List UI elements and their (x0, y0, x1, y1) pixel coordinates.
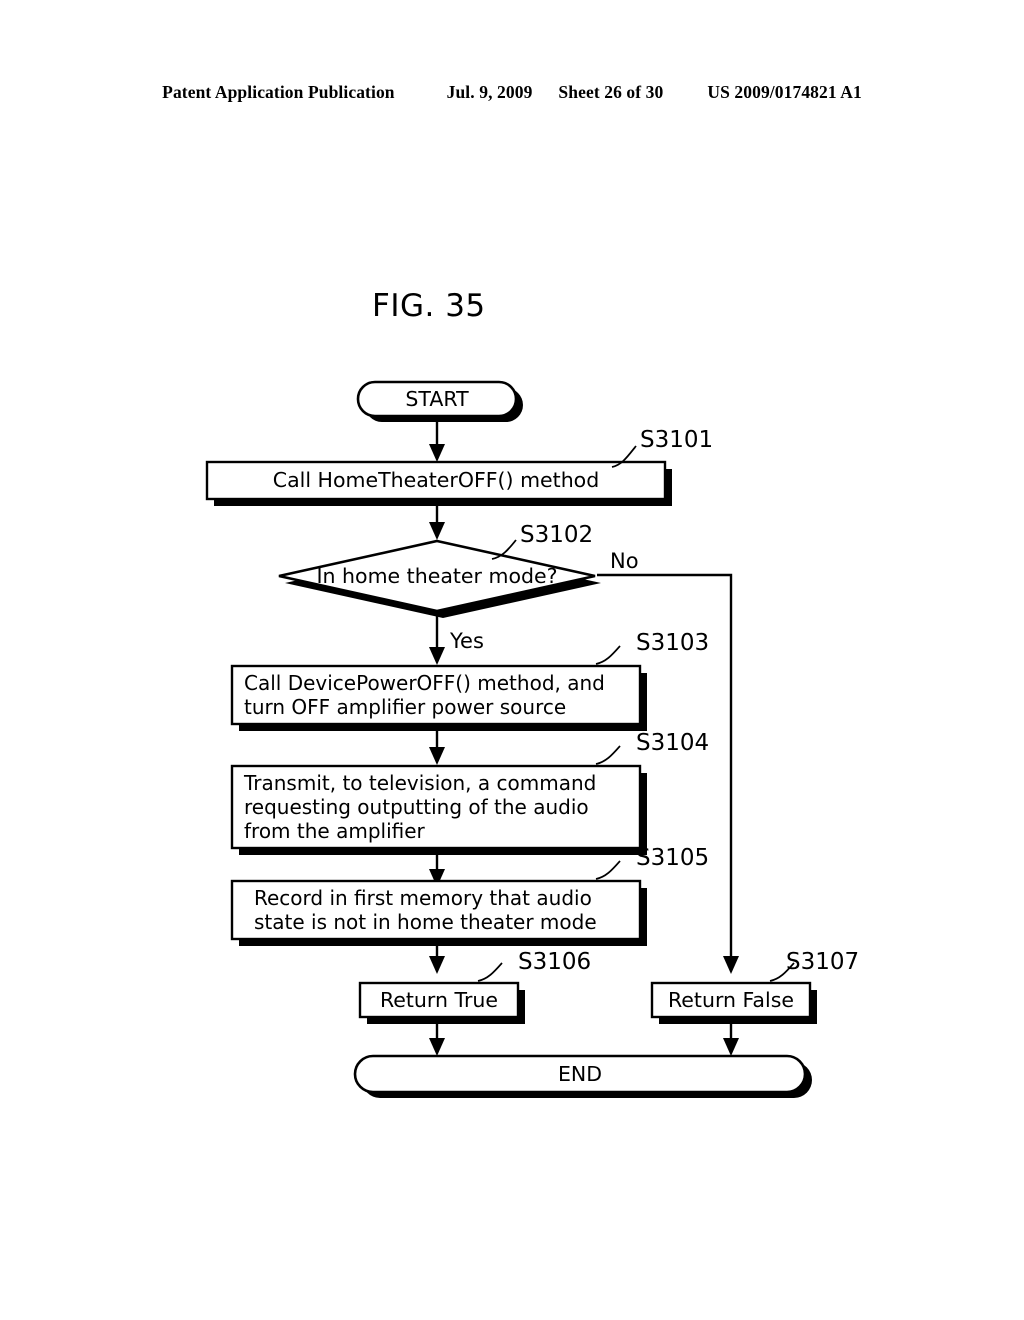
s3105-step-tag: S3105 (636, 845, 709, 871)
s3101-step-tag: S3101 (640, 427, 713, 453)
arrowhead (429, 1038, 445, 1056)
s3105-line-2: state is not in home theater mode (254, 910, 597, 934)
s3103-line-2: turn OFF amplifier power source (244, 695, 566, 719)
branch-label-yes: Yes (449, 629, 484, 653)
s3106-step-tag: S3106 (518, 949, 591, 975)
leader-s3107: S3107 (769, 949, 859, 982)
flowchart-node-s3103: Call DevicePowerOFF() method, and turn O… (230, 664, 647, 731)
arrowhead (723, 956, 739, 974)
flowchart-node-end: END (353, 1054, 812, 1098)
s3104-step-tag: S3104 (636, 730, 709, 756)
start-label: START (405, 387, 469, 411)
flowchart-node-s3101: Call HomeTheaterOFF() method (205, 460, 672, 506)
flowchart-node-s3107: Return False (650, 981, 817, 1024)
arrowhead (429, 647, 445, 665)
s3107-step-tag: S3107 (786, 949, 859, 975)
s3101-line-1: Call HomeTheaterOFF() method (273, 468, 600, 492)
flowchart-node-s3106: Return True (358, 981, 525, 1024)
s3105-line-1: Record in first memory that audio (254, 886, 592, 910)
arrowhead (429, 956, 445, 974)
end-label: END (558, 1062, 602, 1086)
s3106-line-1: Return True (380, 988, 498, 1012)
connector-yes-branch: Yes (429, 611, 484, 665)
arrowhead (723, 1038, 739, 1056)
s3104-line-2: requesting outputting of the audio (244, 795, 589, 819)
flowchart-node-s3102: In home theater mode? (278, 539, 601, 618)
flowchart-node-start: START (356, 380, 523, 422)
s3107-line-1: Return False (668, 988, 794, 1012)
s3104-line-3: from the amplifier (244, 819, 426, 843)
connector-start-to-s3101 (429, 416, 445, 462)
s3104-line-1: Transmit, to television, a command (243, 771, 596, 795)
leader-s3104: S3104 (595, 730, 709, 765)
s3103-step-tag: S3103 (636, 630, 709, 656)
arrowhead (429, 747, 445, 765)
arrowhead (429, 522, 445, 540)
flowchart-node-s3104: Transmit, to television, a command reque… (230, 764, 647, 855)
leader-s3102: S3102 (491, 522, 593, 560)
branch-label-no: No (610, 549, 639, 573)
flowchart-node-s3105: Record in first memory that audio state … (230, 879, 647, 946)
s3103-line-1: Call DevicePowerOFF() method, and (244, 671, 605, 695)
leader-s3106: S3106 (477, 949, 591, 982)
flowchart-diagram: START Call HomeTheaterOFF() method S3101… (205, 380, 859, 1098)
leader-s3103: S3103 (595, 630, 709, 665)
arrowhead (429, 444, 445, 462)
s3102-step-tag: S3102 (520, 522, 593, 548)
s3102-line-1: In home theater mode? (316, 564, 557, 588)
